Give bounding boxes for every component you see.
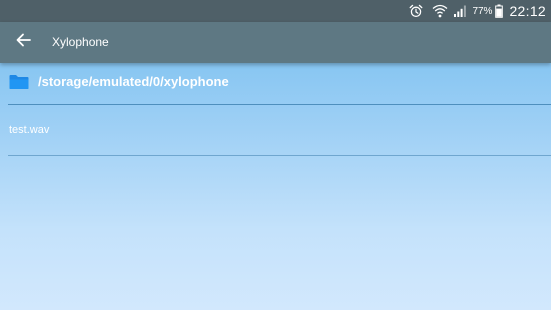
battery-icon — [495, 4, 504, 18]
battery-percent: 77% — [472, 5, 493, 17]
clock: 22:12 — [509, 3, 546, 19]
divider — [8, 104, 551, 105]
alarm-icon — [409, 4, 423, 18]
current-directory: /storage/emulated/0/xylophone — [0, 63, 551, 105]
app-title: Xylophone — [52, 35, 109, 49]
back-button[interactable] — [8, 27, 38, 57]
signal-icon — [453, 4, 467, 18]
folder-icon — [9, 74, 29, 95]
directory-path: /storage/emulated/0/xylophone — [38, 74, 229, 89]
arrow-back-icon — [15, 32, 31, 53]
divider — [8, 155, 551, 156]
file-name: test.wav — [9, 124, 50, 136]
status-bar: 77% 22:12 — [0, 0, 551, 22]
wifi-icon — [432, 4, 448, 18]
file-list-item[interactable]: test.wav — [0, 106, 551, 154]
status-icons: 77% 22:12 — [409, 0, 551, 22]
app-bar: Xylophone — [0, 22, 551, 63]
